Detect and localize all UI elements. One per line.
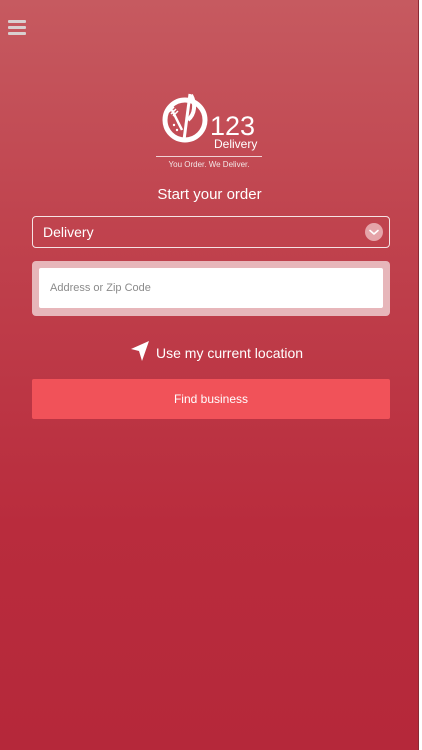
address-input[interactable] xyxy=(39,268,383,308)
order-type-value: Delivery xyxy=(43,224,94,240)
brand-logo: 123 Delivery You Order. We Deliver. xyxy=(154,86,266,172)
start-order-title: Start your order xyxy=(157,186,262,203)
address-field-container xyxy=(32,261,390,316)
plate-fork-knife-icon xyxy=(162,93,208,143)
hamburger-menu-icon[interactable] xyxy=(8,20,26,36)
brand-number: 123 xyxy=(210,111,256,141)
chevron-down-icon[interactable] xyxy=(365,223,383,241)
navigation-arrow-icon xyxy=(131,341,149,361)
order-type-select[interactable]: Delivery xyxy=(32,216,390,248)
logo-divider xyxy=(156,156,262,157)
brand-tagline: You Order. We Deliver. xyxy=(168,160,250,169)
use-current-location-label: Use my current location xyxy=(156,345,304,361)
app-screen: 123 Delivery You Order. We Deliver. Star… xyxy=(0,0,419,750)
find-business-button[interactable]: Find business xyxy=(32,379,390,419)
brand-word: Delivery xyxy=(214,137,258,151)
